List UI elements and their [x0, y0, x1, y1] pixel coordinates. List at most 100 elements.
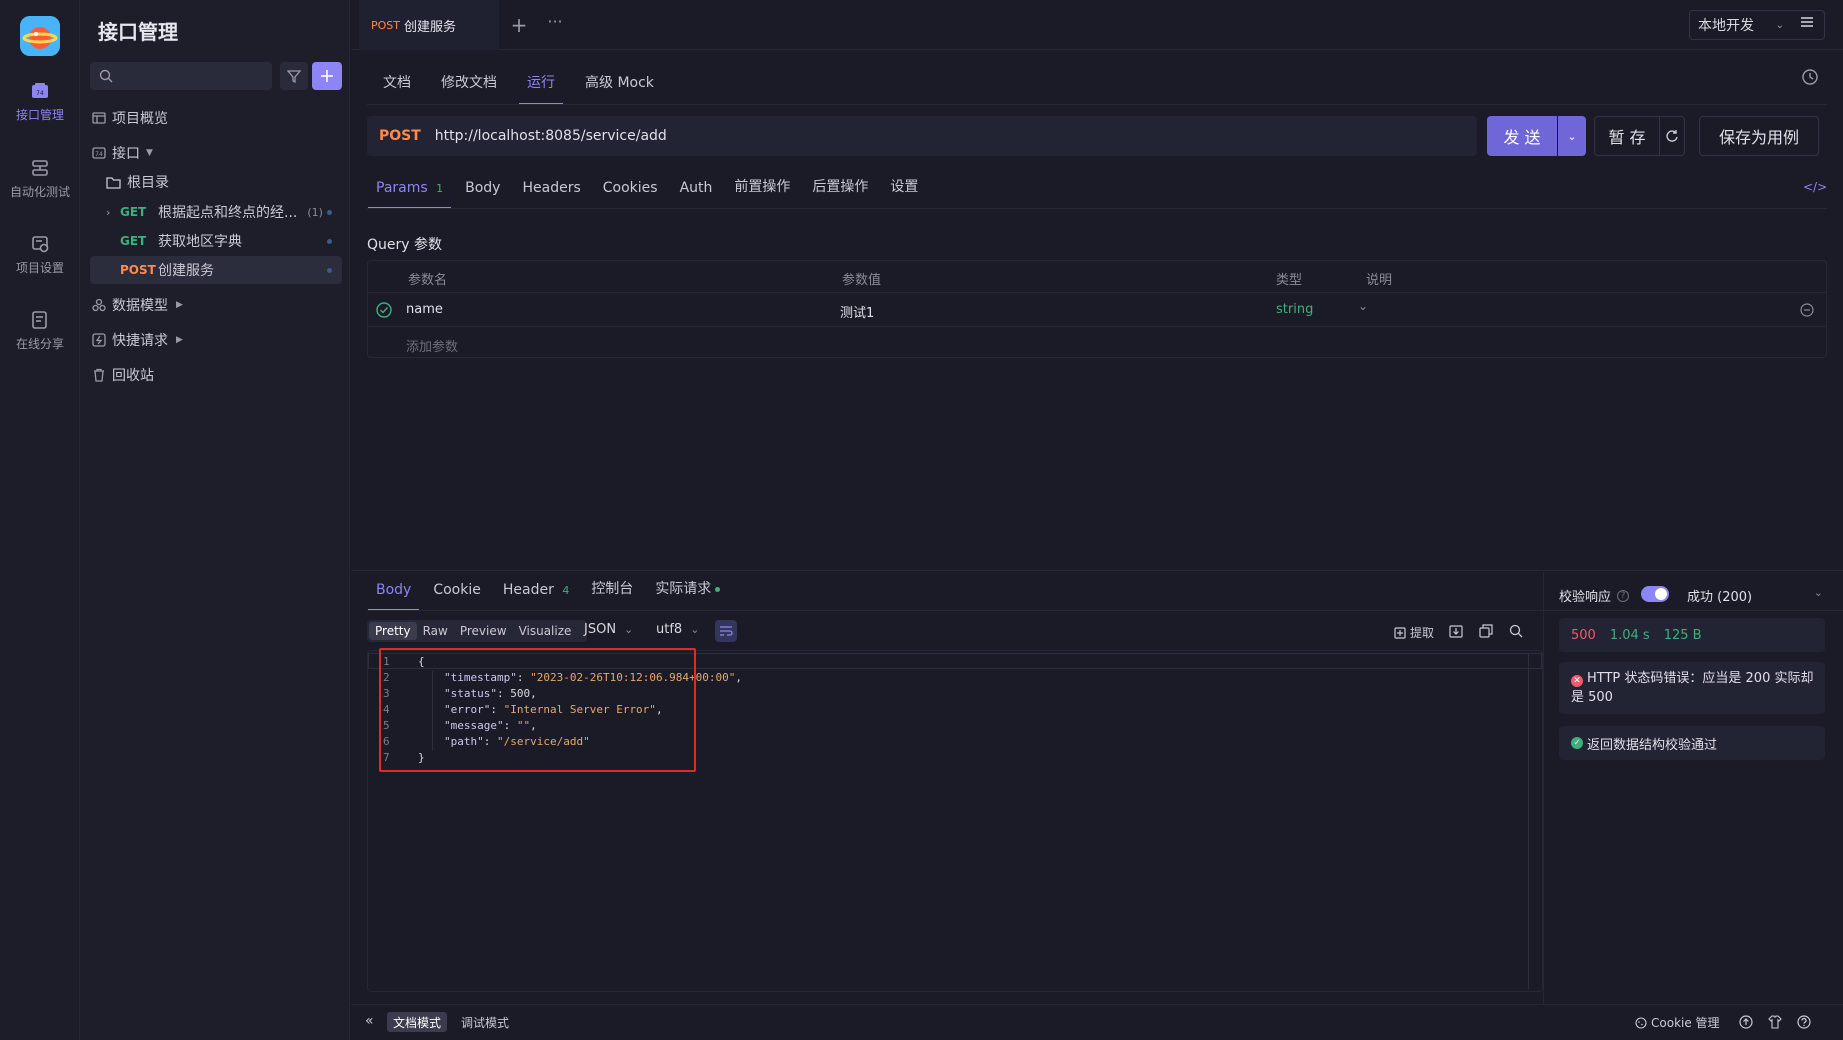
success-icon: ✓	[1571, 737, 1583, 749]
sidebar-item-data-model[interactable]: 数据模型 ▶	[90, 291, 342, 319]
view-visualize[interactable]: Visualize	[513, 622, 578, 640]
new-tab-button[interactable]: +	[507, 14, 531, 38]
send-dropdown-button[interactable]: ⌄	[1558, 116, 1586, 156]
pane-splitter[interactable]	[351, 570, 1843, 571]
doc-mode-button[interactable]: 文档模式	[387, 1012, 448, 1032]
copy-icon[interactable]	[1479, 624, 1493, 638]
doc-tabs-divider	[367, 104, 1827, 105]
tab-settings[interactable]: 设置	[890, 176, 918, 208]
code-view-button[interactable]: </>	[1803, 180, 1827, 194]
tab-actual-request[interactable]: 实际请求	[655, 578, 721, 610]
tab-response-body[interactable]: Body	[367, 582, 420, 611]
status-dot	[327, 210, 332, 215]
cookie-manager-button[interactable]: Cookie 管理	[1635, 1014, 1720, 1031]
rail-item-api[interactable]: 74 接口管理	[0, 82, 80, 123]
scroll-track[interactable]	[1528, 653, 1529, 989]
validation-label: 校验响应 ?	[1559, 586, 1630, 605]
validation-divider	[1543, 572, 1544, 1004]
collapse-button[interactable]: «	[365, 1013, 374, 1029]
sidebar-item-overview[interactable]: 项目概览	[90, 104, 342, 132]
format-select[interactable]: JSON ⌄	[584, 622, 633, 637]
view-preview[interactable]: Preview	[454, 622, 513, 640]
encoding-select[interactable]: utf8 ⌄	[656, 622, 699, 637]
shirt-icon[interactable]	[1768, 1015, 1782, 1029]
param-type[interactable]: string	[1276, 302, 1313, 317]
view-pretty[interactable]: Pretty	[369, 622, 417, 640]
validation-result-select[interactable]: 成功 (200) ⌄	[1687, 586, 1823, 605]
validation-error: ✕ HTTP 状态码错误：应当是 200 实际却是 500	[1559, 662, 1825, 714]
tab-console[interactable]: 控制台	[591, 578, 633, 610]
check-circle-icon[interactable]	[376, 302, 392, 318]
url-bar[interactable]: POST http://localhost:8085/service/add	[367, 116, 1477, 156]
help-icon: ?	[1617, 589, 1630, 602]
download-icon[interactable]	[1449, 624, 1463, 638]
search-input[interactable]	[90, 62, 272, 90]
rail-item-settings[interactable]: 项目设置	[0, 235, 80, 276]
add-button[interactable]	[312, 62, 342, 90]
trash-icon	[94, 368, 104, 382]
add-param-placeholder[interactable]: 添加参数	[406, 336, 458, 355]
validation-pass: ✓ 返回数据结构校验通过	[1559, 726, 1825, 760]
help-circle-icon[interactable]	[1797, 1015, 1811, 1029]
refresh-icon	[1666, 130, 1678, 142]
tab-run[interactable]: 运行	[519, 72, 563, 105]
save-case-button[interactable]: 保存为用例	[1699, 116, 1819, 156]
view-raw[interactable]: Raw	[417, 622, 454, 640]
param-value[interactable]: 测试1	[840, 302, 874, 321]
request-tab[interactable]: POST 创建服务	[359, 0, 499, 50]
upload-icon[interactable]	[1739, 1015, 1753, 1029]
view-mode-group: Pretty Raw Preview Visualize	[367, 620, 587, 642]
validation-toggle[interactable]	[1641, 586, 1669, 602]
search-icon[interactable]	[1509, 624, 1523, 638]
tab-cookies[interactable]: Cookies	[603, 180, 658, 208]
status-bar	[351, 1004, 1843, 1040]
table-row[interactable]: name 测试1 string ⌄	[368, 293, 1826, 327]
chevron-down-icon: ⌄	[690, 623, 700, 636]
url-input[interactable]: http://localhost:8085/service/add	[435, 128, 667, 144]
debug-mode-button[interactable]: 调试模式	[455, 1012, 515, 1032]
tab-post-ops[interactable]: 后置操作	[812, 176, 868, 208]
chevron-down-icon[interactable]: ⌄	[1358, 299, 1368, 313]
tab-mock[interactable]: 高级 Mock	[585, 72, 654, 104]
tab-response-cookie[interactable]: Cookie	[433, 582, 481, 610]
sidebar-item-interfaces[interactable]: 74 接口 ▼	[90, 139, 342, 167]
api-item-selected[interactable]: POST 创建服务	[90, 256, 342, 284]
wrap-button[interactable]	[715, 620, 737, 642]
rail-item-share[interactable]: 在线分享	[0, 311, 80, 352]
filter-button[interactable]	[280, 62, 308, 90]
tab-doc[interactable]: 文档	[383, 72, 411, 104]
tab-body[interactable]: Body	[465, 180, 500, 208]
tab-pre-ops[interactable]: 前置操作	[734, 176, 790, 208]
tab-auth[interactable]: Auth	[680, 180, 713, 208]
sidebar: 接口管理 项目概览 74 接口 ▼ 根目录 › GET 根据起点和终点的经...…	[80, 0, 350, 1040]
sidebar-item-recycle[interactable]: 回收站	[90, 361, 342, 389]
folder-root[interactable]: 根目录	[106, 168, 342, 196]
response-time: 1.04 s	[1609, 627, 1650, 643]
rail-item-automation[interactable]: 自动化测试	[0, 159, 80, 200]
api-item[interactable]: › GET 根据起点和终点的经... (1)	[106, 198, 342, 226]
query-table: 参数名 参数值 类型 说明 name 测试1 string ⌄ 添加参数	[367, 260, 1827, 358]
menu-icon	[1801, 17, 1813, 27]
param-name[interactable]: name	[406, 302, 443, 317]
chevron-down-icon: ⌄	[1813, 586, 1823, 599]
send-button[interactable]: 发 送	[1487, 116, 1557, 156]
reset-button[interactable]	[1659, 116, 1685, 156]
tab-response-header[interactable]: Header 4	[503, 582, 569, 610]
save-temp-button[interactable]: 暂 存	[1594, 116, 1660, 156]
api-item[interactable]: GET 获取地区字典	[106, 227, 342, 255]
search-icon	[99, 69, 113, 83]
overview-icon	[92, 112, 106, 124]
menu-button[interactable]	[1799, 14, 1819, 34]
history-button[interactable]	[1801, 68, 1821, 88]
sidebar-item-quick-request[interactable]: 快捷请求 ▶	[90, 326, 342, 354]
tab-edit-doc[interactable]: 修改文档	[441, 72, 497, 104]
remove-icon[interactable]	[1800, 303, 1814, 317]
share-icon	[32, 311, 47, 329]
tab-headers[interactable]: Headers	[522, 180, 580, 208]
tab-params[interactable]: Params 1	[367, 180, 452, 209]
data-model-icon	[92, 298, 106, 312]
more-tabs-button[interactable]: ···	[543, 12, 567, 36]
method-label[interactable]: POST	[379, 128, 421, 144]
extract-button[interactable]: 提取	[1394, 624, 1434, 641]
table-header: 参数名 参数值 类型 说明	[368, 261, 1826, 293]
